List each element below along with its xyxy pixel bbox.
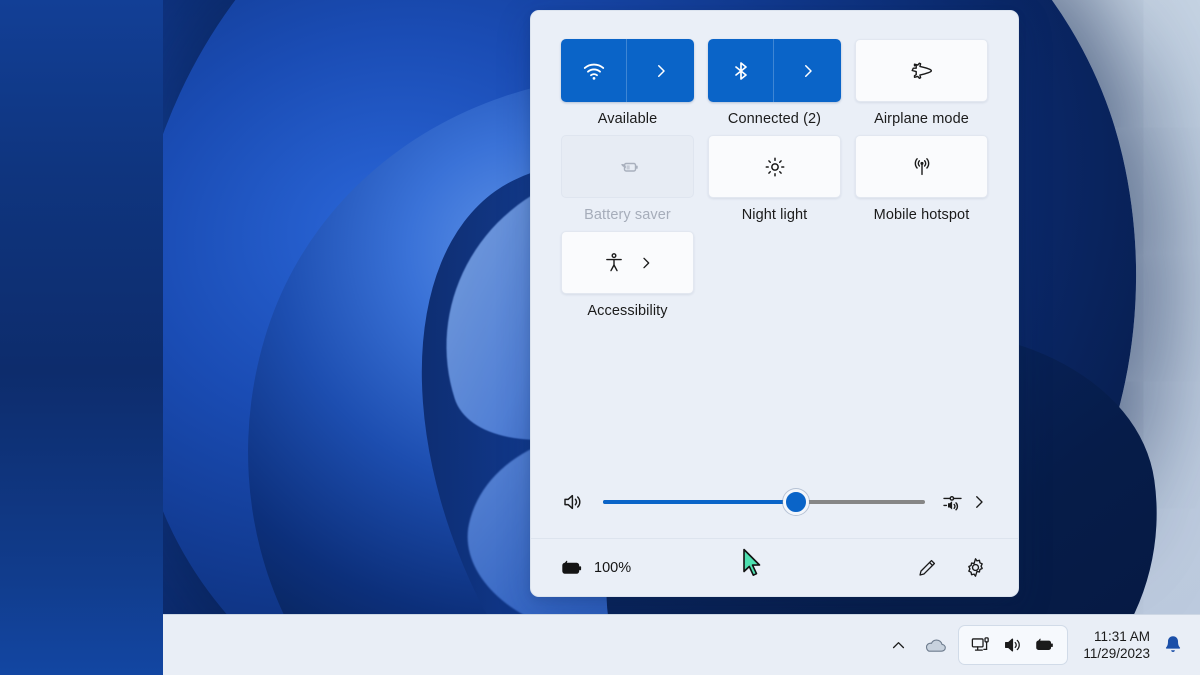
bluetooth-toggle-button[interactable] (708, 39, 773, 102)
accessibility-expand-chevron-icon[interactable] (638, 255, 654, 271)
tile-airplane-mode[interactable] (855, 39, 988, 102)
tile-cell-accessibility: Accessibility (561, 231, 694, 319)
taskbar[interactable]: 11:31 AM 11/29/2023 (163, 614, 1200, 675)
brightness-icon (763, 155, 787, 179)
quick-settings-footer: 100% (531, 538, 1018, 596)
battery-charging-icon (559, 557, 585, 579)
bluetooth-expand-button[interactable] (774, 39, 841, 102)
tile-bluetooth[interactable] (708, 39, 841, 102)
sound-mixer-icon (941, 490, 965, 514)
clock-time: 11:31 AM (1094, 628, 1150, 645)
tile-label-bluetooth: Connected (2) (728, 111, 821, 127)
quick-settings-accessibility-row: Accessibility (561, 231, 988, 319)
settings-button[interactable] (958, 551, 992, 585)
chevron-up-icon (890, 637, 907, 654)
system-tray-group[interactable] (959, 626, 1067, 664)
tile-label-night-light: Night light (742, 207, 808, 223)
cloud-icon (922, 635, 948, 655)
wifi-icon (581, 58, 607, 84)
tile-label-accessibility: Accessibility (587, 303, 667, 319)
speaker-icon[interactable] (1000, 632, 1026, 658)
edit-quick-settings-button[interactable] (910, 551, 944, 585)
tile-night-light[interactable] (708, 135, 841, 198)
chevron-right-icon (799, 62, 817, 80)
airplane-icon (910, 59, 934, 83)
clock-date: 11/29/2023 (1083, 645, 1150, 662)
tile-mobile-hotspot[interactable] (855, 135, 988, 198)
volume-slider-fill (603, 500, 796, 504)
quick-settings-tile-grid: Available (561, 39, 988, 223)
taskbar-overflow-button[interactable] (881, 628, 915, 662)
tile-cell-bluetooth: Connected (2) (708, 39, 841, 127)
taskbar-clock[interactable]: 11:31 AM 11/29/2023 (1083, 628, 1150, 663)
tile-battery-saver[interactable] (561, 135, 694, 198)
bell-icon (1163, 634, 1183, 656)
tile-cell-airplane-mode: Airplane mode (855, 39, 988, 127)
tile-cell-battery-saver: Battery saver (561, 135, 694, 223)
volume-slider[interactable] (603, 493, 925, 511)
notifications-button[interactable] (1160, 630, 1186, 660)
pencil-icon (916, 557, 938, 579)
monitor-network-icon[interactable] (968, 632, 994, 658)
tile-cell-night-light: Night light (708, 135, 841, 223)
tile-wifi[interactable] (561, 39, 694, 102)
tile-label-wifi: Available (598, 111, 657, 127)
wifi-expand-button[interactable] (627, 39, 694, 102)
bluetooth-icon (729, 59, 753, 83)
gear-icon (964, 556, 987, 579)
tile-label-airplane-mode: Airplane mode (874, 111, 969, 127)
battery-status[interactable]: 100% (559, 557, 631, 579)
volume-output-selector[interactable] (941, 490, 988, 514)
tile-label-mobile-hotspot: Mobile hotspot (874, 207, 970, 223)
battery-charging-icon[interactable] (1032, 632, 1058, 658)
volume-slider-thumb[interactable] (783, 489, 809, 515)
quick-settings-tiles-area: Available (531, 11, 1018, 466)
broadcast-icon (910, 155, 934, 179)
tile-accessibility[interactable] (561, 231, 694, 294)
wifi-toggle-button[interactable] (561, 39, 626, 102)
onedrive-button[interactable] (915, 628, 955, 662)
chevron-right-icon (652, 62, 670, 80)
tile-cell-mobile-hotspot: Mobile hotspot (855, 135, 988, 223)
quick-settings-panel[interactable]: Available (530, 10, 1019, 597)
battery-percent-label: 100% (594, 560, 631, 576)
chevron-right-icon (970, 493, 988, 511)
wallpaper-left-strip (0, 0, 163, 675)
tile-cell-wifi: Available (561, 39, 694, 127)
volume-row (531, 466, 1018, 538)
tile-label-battery-saver: Battery saver (584, 207, 671, 223)
battery-leaf-icon (615, 154, 641, 180)
speaker-icon[interactable] (561, 490, 591, 514)
accessibility-icon (602, 251, 626, 275)
